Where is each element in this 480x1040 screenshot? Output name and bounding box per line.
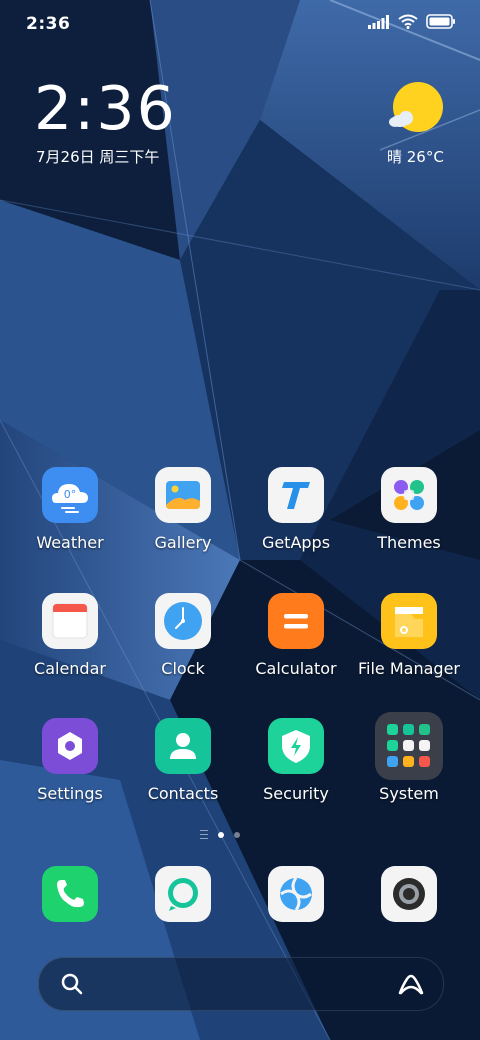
page-indicator[interactable] bbox=[200, 830, 240, 839]
message-icon bbox=[155, 866, 211, 922]
camera-icon bbox=[381, 866, 437, 922]
app-label: Security bbox=[263, 784, 329, 803]
app-getapps[interactable]: GetApps bbox=[240, 467, 352, 552]
svg-text:0°: 0° bbox=[64, 488, 77, 501]
app-label: Themes bbox=[377, 533, 441, 552]
status-bar-time: 2:36 bbox=[26, 14, 71, 34]
app-folder-system[interactable]: System bbox=[353, 712, 465, 803]
home-screen: 2:36 2:36 7月26日 周三下午 晴 26°C 0° Weather G… bbox=[0, 0, 480, 1040]
app-contacts[interactable]: Contacts bbox=[127, 718, 239, 803]
getapps-icon bbox=[268, 467, 324, 523]
dock-camera[interactable] bbox=[353, 866, 465, 922]
page-dot bbox=[234, 831, 240, 838]
phone-icon bbox=[42, 866, 98, 922]
app-label: Contacts bbox=[147, 784, 219, 803]
contacts-icon bbox=[155, 718, 211, 774]
security-icon bbox=[268, 718, 324, 774]
app-clock[interactable]: Clock bbox=[127, 593, 239, 678]
app-label: File Manager bbox=[358, 659, 460, 678]
themes-icon bbox=[381, 467, 437, 523]
search-icon[interactable] bbox=[61, 973, 83, 995]
status-icons bbox=[368, 14, 456, 29]
battery-icon bbox=[426, 14, 455, 29]
app-label: Calendar bbox=[34, 659, 106, 678]
gallery-icon bbox=[155, 467, 211, 523]
page-list-icon bbox=[200, 830, 208, 839]
app-label: System bbox=[379, 784, 439, 803]
widget-date: 7月26日 周三下午 bbox=[36, 148, 160, 166]
app-label: Gallery bbox=[154, 533, 212, 552]
dock-messaging[interactable] bbox=[127, 866, 239, 922]
folder-icon bbox=[381, 593, 437, 649]
app-gallery[interactable]: Gallery bbox=[127, 467, 239, 552]
page-dot-active bbox=[218, 831, 224, 838]
sun-cloud-icon[interactable] bbox=[388, 80, 446, 136]
app-label: GetApps bbox=[261, 533, 331, 552]
calendar-icon bbox=[42, 593, 98, 649]
app-label: Clock bbox=[161, 659, 205, 678]
dock-browser[interactable] bbox=[240, 866, 352, 922]
widget-weather: 晴 26°C bbox=[387, 148, 444, 166]
dock-phone[interactable] bbox=[14, 866, 126, 922]
app-label: Weather bbox=[36, 533, 104, 552]
app-settings[interactable]: Settings bbox=[14, 718, 126, 803]
signal-icon bbox=[368, 14, 389, 29]
app-calendar[interactable]: Calendar bbox=[14, 593, 126, 678]
clock-icon bbox=[155, 593, 211, 649]
folder-grid-icon bbox=[375, 712, 443, 780]
browser-icon bbox=[268, 866, 324, 922]
calculator-icon bbox=[268, 593, 324, 649]
widget-clock[interactable]: 2:36 bbox=[34, 76, 177, 142]
settings-icon bbox=[42, 718, 98, 774]
app-security[interactable]: Security bbox=[240, 718, 352, 803]
assistant-icon[interactable] bbox=[397, 971, 425, 997]
weather-icon: 0° bbox=[42, 467, 98, 523]
app-label: Calculator bbox=[255, 659, 337, 678]
wifi-icon bbox=[398, 14, 418, 29]
app-weather[interactable]: 0° Weather bbox=[14, 467, 126, 552]
app-file-manager[interactable]: File Manager bbox=[353, 593, 465, 678]
search-bar[interactable] bbox=[38, 957, 444, 1011]
app-themes[interactable]: Themes bbox=[353, 467, 465, 552]
app-calculator[interactable]: Calculator bbox=[240, 593, 352, 678]
app-label: Settings bbox=[37, 784, 103, 803]
